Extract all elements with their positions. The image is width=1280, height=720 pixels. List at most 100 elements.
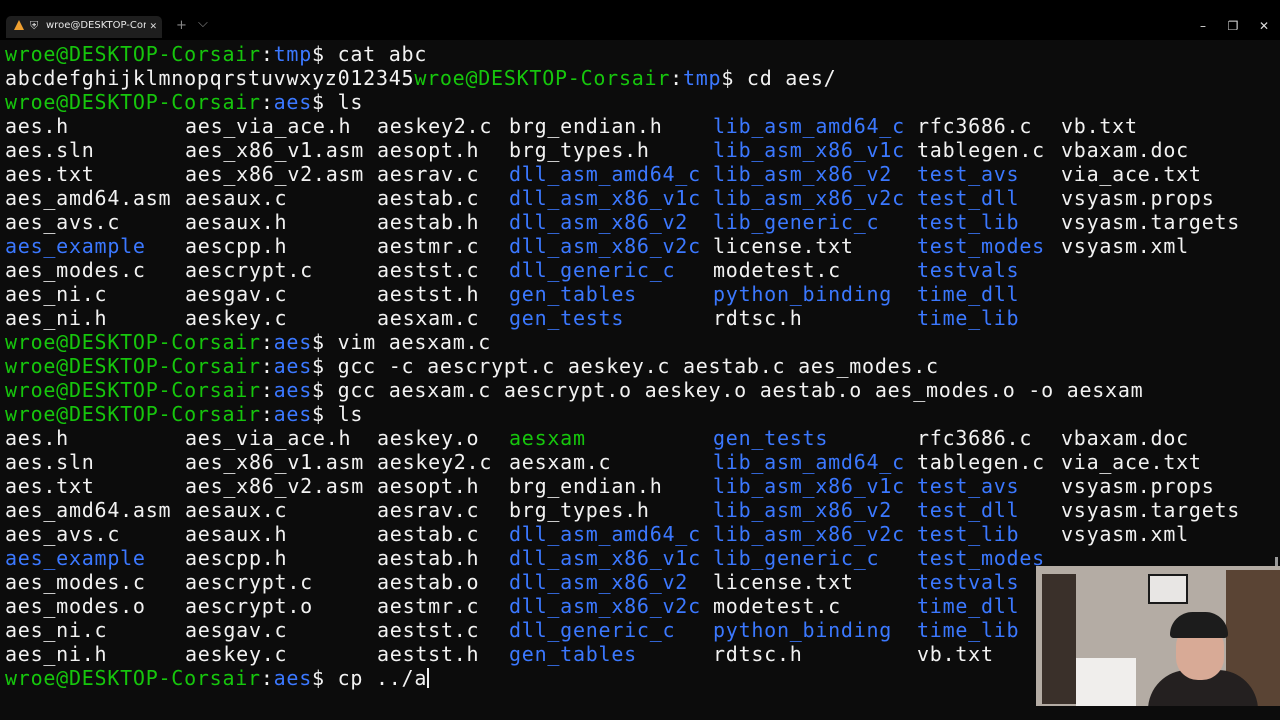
- file-entry: aes_avs.c: [5, 210, 121, 234]
- command-text: cd aes/: [746, 66, 837, 90]
- file-entry: aestmr.c: [377, 234, 480, 258]
- prompt-user: wroe@DESKTOP-Corsair: [5, 90, 261, 114]
- directory-entry: lib_generic_c: [713, 210, 880, 234]
- file-entry: via_ace.txt: [1061, 162, 1202, 186]
- directory-entry: testvals: [917, 258, 1020, 282]
- prompt-path: aes: [273, 90, 312, 114]
- prompt-user: wroe@DESKTOP-Corsair: [5, 354, 261, 378]
- ls-row: aes.h aes_via_ace.h aeskey2.c brg_endian.h l…: [5, 114, 1275, 138]
- close-window-button[interactable]: ✕: [1249, 18, 1279, 34]
- command-text: ls: [337, 90, 364, 114]
- prompt-path: tmp: [273, 42, 312, 66]
- directory-entry: test_dll: [917, 498, 1020, 522]
- file-entry: aes.h: [5, 114, 69, 138]
- command-input[interactable]: cp ../a: [338, 666, 428, 690]
- file-entry: aes_modes.o: [5, 594, 146, 618]
- ls-row: aes.txt aes_x86_v2.asm aesrav.c dll_asm_amd…: [5, 162, 1275, 186]
- file-entry: aes_modes.c: [5, 570, 146, 594]
- directory-entry: gen_tables: [509, 642, 637, 666]
- file-entry: aestst.c: [377, 258, 480, 282]
- directory-entry: test_modes: [917, 234, 1045, 258]
- ls-row: aes.sln aes_x86_v1.asm aesopt.h brg_types.h…: [5, 138, 1275, 162]
- file-entry: aesgav.c: [185, 282, 288, 306]
- terminal-tab[interactable]: ⛨ wroe@DESKTOP-Corsair: ~/ ✕: [6, 16, 162, 38]
- directory-entry: time_dll: [917, 594, 1020, 618]
- file-entry: modetest.c: [713, 258, 841, 282]
- file-entry: aesgav.c: [185, 618, 288, 642]
- file-entry: license.txt: [713, 234, 854, 258]
- file-entry: aestab.h: [377, 210, 480, 234]
- directory-entry: dll_generic_c: [509, 258, 676, 282]
- file-entry: aes_x86_v2.asm: [185, 162, 365, 186]
- file-entry: aes_via_ace.h: [185, 114, 352, 138]
- prompt-user: wroe@DESKTOP-Corsair: [5, 330, 261, 354]
- directory-entry: lib_asm_x86_v2c: [713, 186, 905, 210]
- minimize-button[interactable]: –: [1188, 18, 1218, 34]
- directory-entry: dll_asm_x86_v2: [509, 210, 689, 234]
- file-entry: rdtsc.h: [713, 306, 803, 330]
- directory-entry: lib_asm_x86_v1c: [713, 474, 905, 498]
- file-entry: brg_endian.h: [509, 474, 663, 498]
- current-prompt-line[interactable]: wroe@DESKTOP-Corsair:aes$ cp ../a: [5, 666, 430, 690]
- file-entry: vbaxam.doc: [1061, 426, 1189, 450]
- directory-entry: test_modes: [917, 546, 1045, 570]
- directory-entry: time_lib: [917, 618, 1020, 642]
- command-text: vim aesxam.c: [337, 330, 492, 354]
- prompt-line: wroe@DESKTOP-Corsair:aes$ vim aesxam.c: [5, 330, 492, 354]
- directory-entry: lib_asm_x86_v1c: [713, 138, 905, 162]
- file-entry: aesaux.h: [185, 522, 288, 546]
- directory-entry: gen_tests: [713, 426, 829, 450]
- directory-entry: lib_asm_x86_v2: [713, 498, 893, 522]
- output-prompt-line: abcdefghijklmnopqrstuvwxyz012345wroe@DES…: [5, 66, 837, 90]
- ls-row: aes_avs.c aesaux.h aestab.h dll_asm_x86_v2 l…: [5, 210, 1275, 234]
- file-entry: aes_x86_v1.asm: [185, 138, 365, 162]
- command-text: ls: [337, 402, 364, 426]
- directory-entry: lib_asm_amd64_c: [713, 114, 905, 138]
- file-entry: aes_ni.c: [5, 282, 108, 306]
- file-entry: tablegen.c: [917, 138, 1045, 162]
- file-entry: modetest.c: [713, 594, 841, 618]
- file-entry: aestst.h: [377, 282, 480, 306]
- prompt-path: aes: [273, 378, 312, 402]
- prompt-dollar: $: [312, 90, 338, 114]
- prompt-line: wroe@DESKTOP-Corsair:tmp$ cat abc: [5, 42, 428, 66]
- file-entry: license.txt: [713, 570, 854, 594]
- maximize-button[interactable]: ❐: [1218, 18, 1248, 34]
- directory-entry: dll_asm_x86_v1c: [509, 546, 701, 570]
- prompt-path: tmp: [682, 66, 722, 90]
- linux-distro-icon: [14, 20, 24, 30]
- executable-entry: aesxam: [509, 426, 586, 450]
- prompt-dollar: $: [312, 42, 338, 66]
- file-entry: vsyasm.targets: [1061, 210, 1241, 234]
- file-entry: aestst.c: [377, 618, 480, 642]
- ls-row: aes_ni.h aeskey.c aesxam.c gen_tests rdtsc.h…: [5, 306, 1275, 330]
- directory-entry: test_avs: [917, 474, 1020, 498]
- file-entry: aes.txt: [5, 474, 95, 498]
- file-entry: rfc3686.c: [917, 114, 1033, 138]
- file-entry: aes_x86_v2.asm: [185, 474, 365, 498]
- prompt-line: wroe@DESKTOP-Corsair:aes$ ls: [5, 402, 364, 426]
- command-text: gcc aesxam.c aescrypt.o aeskey.o aestab.…: [337, 378, 1144, 402]
- prompt-dollar: $: [721, 66, 747, 90]
- prompt-path: aes: [273, 354, 312, 378]
- file-entry: vbaxam.doc: [1061, 138, 1189, 162]
- file-entry: aes_ni.c: [5, 618, 108, 642]
- directory-entry: python_binding: [713, 618, 893, 642]
- file-entry: aeskey2.c: [377, 114, 493, 138]
- ls-row: aes.h aes_via_ace.h aeskey.o aesxam gen_test…: [5, 426, 1275, 450]
- file-entry: aesaux.c: [185, 186, 288, 210]
- file-entry: aes_ni.h: [5, 642, 108, 666]
- ls-row: aes.txt aes_x86_v2.asm aesopt.h brg_endian.…: [5, 474, 1275, 498]
- file-entry: tablegen.c: [917, 450, 1045, 474]
- file-entry: aescpp.h: [185, 234, 288, 258]
- file-entry: aes.h: [5, 426, 69, 450]
- prompt-user: wroe@DESKTOP-Corsair: [5, 666, 261, 690]
- new-tab-button[interactable]: +: [176, 18, 187, 34]
- file-entry: aescpp.h: [185, 546, 288, 570]
- dropdown-icon[interactable]: ⌵: [198, 16, 208, 32]
- file-entry: aestst.h: [377, 642, 480, 666]
- ls-row: aes_modes.c aescrypt.c aestst.c dll_generic…: [5, 258, 1275, 282]
- tab-close-icon[interactable]: ✕: [150, 19, 157, 33]
- file-entry: aestab.c: [377, 186, 480, 210]
- prompt-line: wroe@DESKTOP-Corsair:aes$ gcc -c aescryp…: [5, 354, 939, 378]
